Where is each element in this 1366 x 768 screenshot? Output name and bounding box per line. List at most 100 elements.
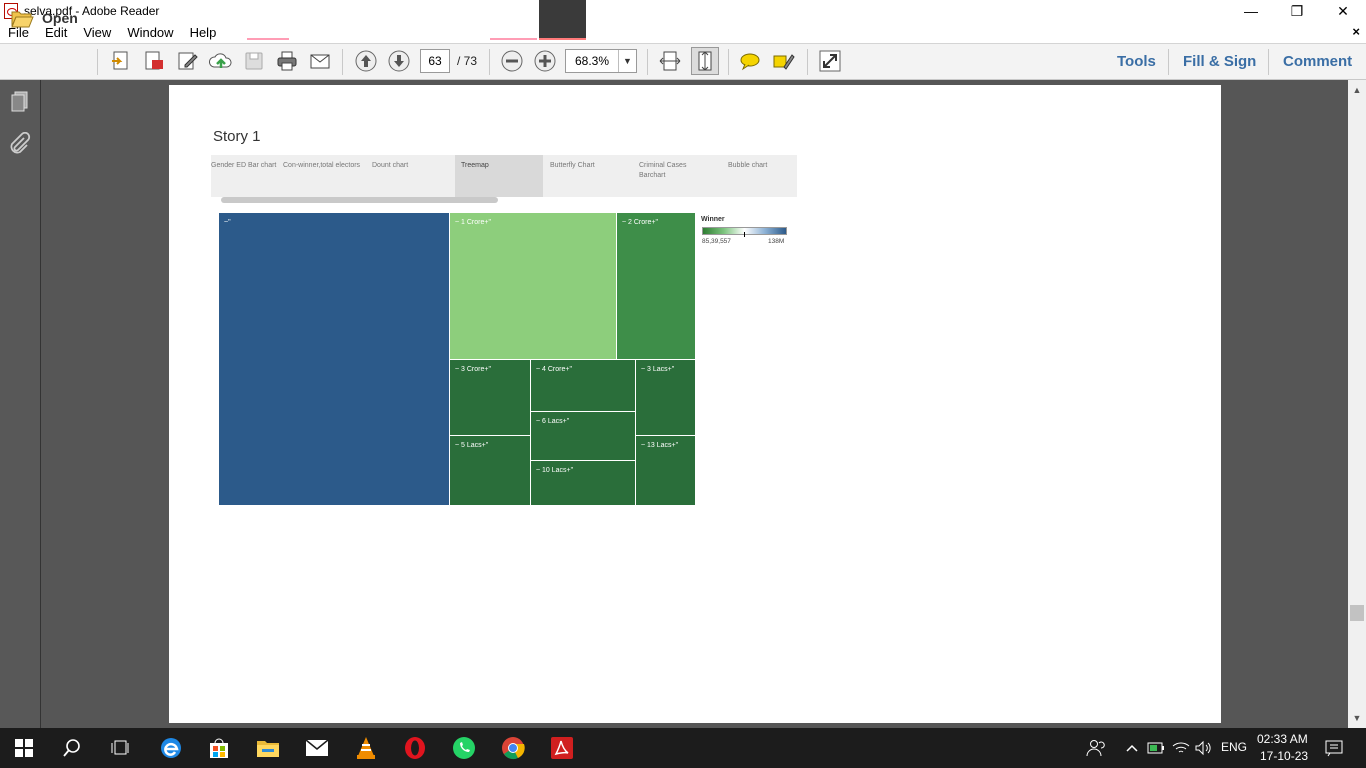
menu-help[interactable]: Help <box>182 25 225 40</box>
open-button[interactable]: Open <box>10 6 78 30</box>
minimize-button[interactable]: — <box>1228 0 1274 22</box>
create-pdf-button[interactable] <box>109 49 133 73</box>
treemap-cell-label: ~" <box>224 219 231 226</box>
mail-button[interactable] <box>305 736 329 760</box>
volume-button[interactable] <box>1192 736 1216 760</box>
toolbar-separator <box>97 49 98 75</box>
full-screen-button[interactable] <box>818 49 842 73</box>
email-button[interactable] <box>308 49 332 73</box>
expand-icon <box>819 50 841 72</box>
show-hidden-icons-button[interactable] <box>1120 736 1144 760</box>
zoom-select[interactable]: 68.3% ▼ <box>565 49 637 73</box>
toolbar-separator <box>1268 49 1269 75</box>
acrobat-button[interactable] <box>550 736 574 760</box>
language-indicator[interactable]: ENG <box>1221 740 1247 754</box>
treemap-cell-label: ~ 5 Lacs+" <box>455 442 489 449</box>
scroll-up-icon[interactable]: ▲ <box>1348 82 1366 98</box>
zoom-in-icon <box>534 50 556 72</box>
save-icon <box>245 52 263 70</box>
highlight-button[interactable] <box>771 49 795 73</box>
running-app-indicator <box>490 38 537 40</box>
next-page-button[interactable] <box>387 49 411 73</box>
total-pages-label: / 73 <box>457 54 478 68</box>
attachments-icon[interactable] <box>8 132 32 156</box>
upload-button[interactable] <box>209 49 233 73</box>
legend-marker <box>744 232 745 237</box>
menu-bar: File Edit View Window Help × <box>0 22 1366 43</box>
file-explorer-button[interactable] <box>256 736 280 760</box>
story-tabs: Gender ED Bar chart Con-winner,total ele… <box>211 155 797 197</box>
story-tabs-scrollbar[interactable] <box>221 197 498 203</box>
wifi-button[interactable] <box>1169 736 1193 760</box>
treemap-svg: ~" ~ 1 Crore+" ~ 2 Crore+" ~ 3 Crore+" ~ 4 C… <box>219 213 695 505</box>
toolbar-separator <box>807 49 808 75</box>
story-tab-treemap[interactable]: Treemap <box>455 155 543 197</box>
notifications-button[interactable] <box>1322 736 1346 760</box>
volume-icon <box>1195 740 1211 756</box>
story-tab-butterfly[interactable]: Butterfly Chart <box>550 155 630 197</box>
fill-sign-link[interactable]: Fill & Sign <box>1183 53 1256 70</box>
legend-min-label: 85,39,557 <box>702 238 731 245</box>
whatsapp-button[interactable] <box>452 736 476 760</box>
save-button[interactable] <box>242 49 266 73</box>
chrome-button[interactable] <box>501 736 525 760</box>
menu-view[interactable]: View <box>75 25 119 40</box>
treemap-cell-label: ~ 10 Lacs+" <box>536 467 574 474</box>
treemap-cell <box>219 213 449 505</box>
people-button[interactable] <box>1084 736 1108 760</box>
zoom-out-button[interactable] <box>500 49 524 73</box>
start-button[interactable] <box>12 736 36 760</box>
story-tab-con-winner[interactable]: Con-winner,total electors <box>283 155 363 197</box>
toolbar-separator <box>728 49 729 75</box>
story-tab-gender-bar[interactable]: Gender ED Bar chart <box>211 155 281 197</box>
close-document-button[interactable]: × <box>1352 24 1360 39</box>
fit-page-icon <box>698 51 712 71</box>
sticky-note-button[interactable] <box>738 49 762 73</box>
vertical-scrollbar[interactable]: ▲ ▼ <box>1348 80 1366 728</box>
clock-time[interactable]: 02:33 AM <box>1257 732 1308 746</box>
window-controls: — ❐ ✕ <box>1228 0 1366 22</box>
tools-link[interactable]: Tools <box>1117 53 1156 70</box>
task-view-button[interactable] <box>108 736 132 760</box>
zoom-value: 68.3% <box>575 54 610 68</box>
edit-button[interactable] <box>176 49 200 73</box>
story-tab-criminal-cases[interactable]: Criminal Cases Barchart <box>639 155 709 197</box>
page-thumbnails-icon[interactable] <box>8 90 32 114</box>
notification-icon <box>1325 740 1343 757</box>
open-label: Open <box>42 10 78 26</box>
fit-page-button[interactable] <box>691 47 719 75</box>
battery-button[interactable] <box>1144 736 1168 760</box>
treemap-cell-label: ~ 13 Lacs+" <box>641 442 679 449</box>
opera-button[interactable] <box>403 736 427 760</box>
edge-button[interactable] <box>159 736 183 760</box>
clock-date[interactable]: 17-10-23 <box>1260 749 1308 763</box>
page-number-input[interactable]: 63 <box>420 49 450 73</box>
story-title: Story 1 <box>213 128 261 145</box>
chrome-icon <box>502 737 525 760</box>
treemap-cell <box>450 213 616 359</box>
fit-width-button[interactable] <box>658 49 682 73</box>
legend-title: Winner <box>701 216 725 223</box>
print-button[interactable] <box>275 49 299 73</box>
close-button[interactable]: ✕ <box>1320 0 1366 22</box>
scrollbar-thumb[interactable] <box>1350 605 1364 621</box>
maximize-button[interactable]: ❐ <box>1274 0 1320 22</box>
search-button[interactable] <box>60 736 84 760</box>
comment-link[interactable]: Comment <box>1283 53 1352 70</box>
windows-start-icon <box>15 739 33 757</box>
menu-window[interactable]: Window <box>119 25 181 40</box>
zoom-in-button[interactable] <box>533 49 557 73</box>
previous-page-button[interactable] <box>354 49 378 73</box>
export-pdf-button[interactable] <box>142 49 166 73</box>
edit-icon <box>178 52 198 70</box>
navigation-pane <box>0 80 41 728</box>
chevron-down-icon[interactable]: ▼ <box>618 50 636 72</box>
scroll-down-icon[interactable]: ▼ <box>1348 710 1366 726</box>
story-tab-dount[interactable]: Dount chart <box>372 155 442 197</box>
vlc-button[interactable] <box>354 736 378 760</box>
store-button[interactable] <box>207 736 231 760</box>
story-tab-bubble[interactable]: Bubble chart <box>728 155 798 197</box>
highlight-icon <box>773 54 795 70</box>
wifi-icon <box>1172 742 1190 753</box>
next-page-icon <box>388 50 410 72</box>
